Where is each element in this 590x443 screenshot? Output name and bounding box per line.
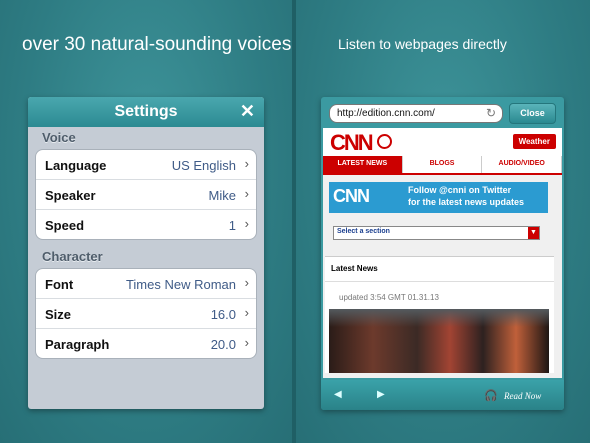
- banner-text-line-1: Follow @cnni on Twitter: [408, 185, 512, 195]
- updated-timestamp: updated 3:54 GMT 01.31.13: [339, 293, 439, 302]
- chevron-right-icon: ›: [244, 335, 249, 350]
- settings-screen: Settings ✕ Voice Language US English › S…: [28, 97, 264, 409]
- close-button[interactable]: Close: [509, 103, 556, 124]
- language-label: Language: [45, 158, 107, 173]
- dropdown-arrow-icon: ▼: [528, 227, 539, 239]
- address-bar[interactable]: http://edition.cnn.com/ ↻: [329, 104, 503, 123]
- font-value: Times New Roman: [125, 277, 236, 292]
- latest-news-heading: Latest News: [331, 264, 378, 273]
- section-select[interactable]: Select a section ▼: [333, 226, 540, 240]
- speaker-label: Speaker: [45, 188, 96, 203]
- panel-divider: [292, 0, 296, 443]
- tab-latest-news[interactable]: LATEST NEWS: [323, 156, 403, 173]
- chevron-right-icon: ›: [244, 275, 249, 290]
- chevron-right-icon: ›: [244, 156, 249, 171]
- banner-text: Follow @cnni on Twitter for the latest n…: [408, 184, 524, 208]
- cnn-header: CNN Weather: [323, 128, 562, 158]
- browser-screen: http://edition.cnn.com/ ↻ Close CNN Weat…: [321, 97, 564, 410]
- font-label: Font: [45, 277, 74, 292]
- section-select-text: Select a section: [337, 228, 390, 235]
- tab-blogs[interactable]: BLOGS: [403, 156, 483, 173]
- divider: [325, 281, 554, 282]
- chevron-right-icon: ›: [244, 186, 249, 201]
- left-headline: over 30 natural-sounding voices: [22, 34, 292, 55]
- web-page: CNN Weather LATEST NEWS BLOGS AUDIO/VIDE…: [323, 128, 562, 378]
- weather-button[interactable]: Weather: [512, 134, 556, 149]
- globe-icon: [377, 134, 392, 149]
- banner-text-line-2: for the latest news updates: [408, 197, 525, 207]
- twitter-banner[interactable]: CNN Follow @cnni on Twitter for the late…: [329, 182, 548, 213]
- settings-title: Settings: [114, 103, 178, 120]
- chevron-right-icon: ›: [244, 305, 249, 320]
- font-row[interactable]: Font Times New Roman ›: [36, 269, 256, 298]
- headphones-icon[interactable]: 🎧: [484, 389, 498, 402]
- size-row[interactable]: Size 16.0 ›: [36, 298, 256, 328]
- reload-icon[interactable]: ↻: [486, 106, 496, 120]
- speaker-row[interactable]: Speaker Mike ›: [36, 179, 256, 209]
- paragraph-label: Paragraph: [45, 337, 110, 352]
- size-label: Size: [45, 307, 72, 322]
- speed-row[interactable]: Speed 1 ›: [36, 209, 256, 239]
- cnn-tabs: LATEST NEWS BLOGS AUDIO/VIDEO: [323, 156, 562, 175]
- back-arrow-icon[interactable]: ◀: [334, 389, 342, 400]
- voice-group: Language US English › Speaker Mike › Spe…: [35, 149, 257, 240]
- bottom-toolbar: ◀ ▶ 🎧 Read Now: [321, 380, 564, 410]
- news-photo-overlay: [329, 309, 549, 327]
- speaker-value: Mike: [208, 188, 236, 203]
- right-headline: Listen to webpages directly: [338, 36, 507, 52]
- chevron-right-icon: ›: [244, 216, 249, 231]
- latest-news-box: Latest News updated 3:54 GMT 01.31.13: [325, 256, 554, 373]
- character-group: Font Times New Roman › Size 16.0 › Parag…: [35, 268, 257, 359]
- size-value: 16.0: [210, 307, 236, 322]
- tab-audio-video[interactable]: AUDIO/VIDEO: [482, 156, 562, 173]
- paragraph-row[interactable]: Paragraph 20.0 ›: [36, 328, 256, 358]
- read-now-button[interactable]: Read Now: [504, 391, 541, 401]
- paragraph-value: 20.0: [210, 337, 236, 352]
- settings-nav-bar: Settings ✕: [28, 97, 264, 127]
- voice-section-header: Voice: [42, 130, 76, 145]
- speed-value: 1: [228, 218, 236, 233]
- forward-arrow-icon[interactable]: ▶: [377, 389, 385, 400]
- url-text: http://edition.cnn.com/: [337, 108, 435, 119]
- close-icon[interactable]: ✕: [240, 101, 255, 122]
- language-row[interactable]: Language US English ›: [36, 150, 256, 179]
- character-section-header: Character: [42, 249, 103, 264]
- banner-cnn-logo: CNN: [333, 186, 370, 206]
- cnn-logo[interactable]: CNN: [330, 130, 374, 156]
- language-value: US English: [171, 158, 236, 173]
- speed-label: Speed: [45, 218, 85, 233]
